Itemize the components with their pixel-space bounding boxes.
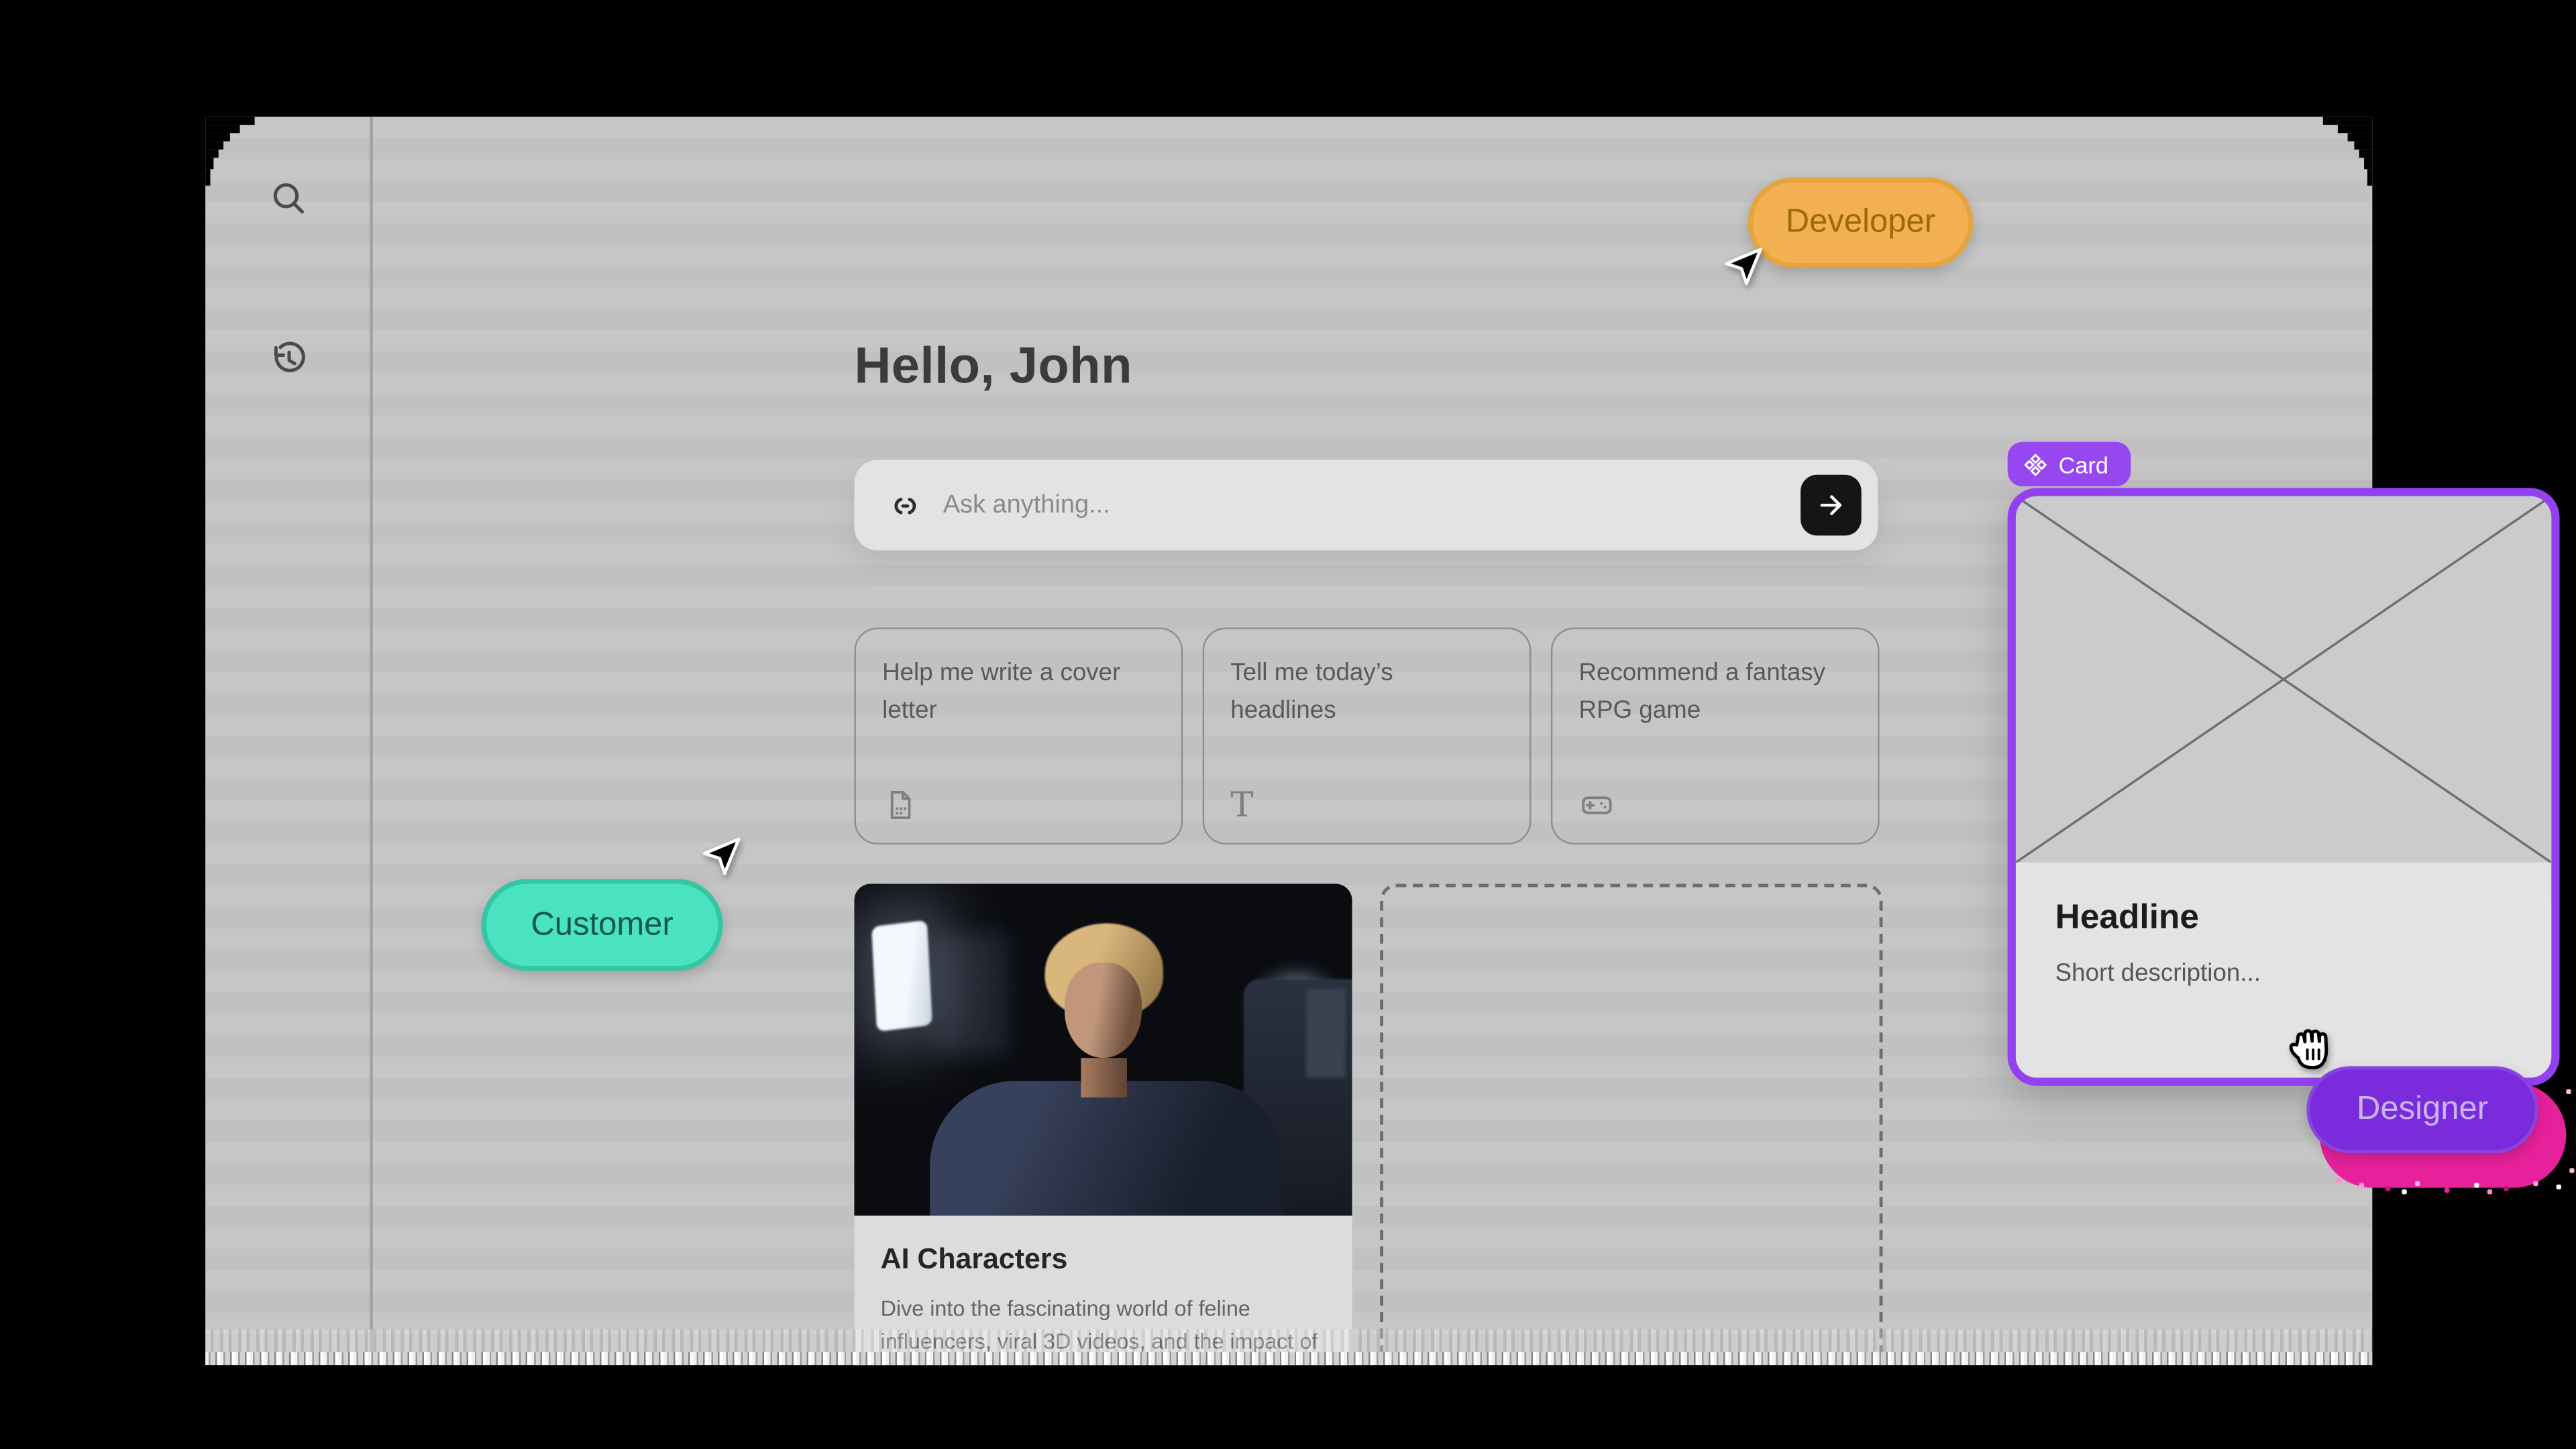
history-icon[interactable] xyxy=(266,337,313,383)
component-badge-label: Card xyxy=(2059,451,2108,477)
suggestion-label: Recommend a fantasy RPG game xyxy=(1578,655,1851,729)
design-canvas: Hello, John He xyxy=(0,0,2576,1449)
component-label-badge[interactable]: Card xyxy=(2008,442,2132,486)
presence-label: Developer xyxy=(1786,204,1935,241)
ai-card-description: Dive into the fascinating world of felin… xyxy=(881,1293,1321,1365)
presence-pill-customer: Customer xyxy=(482,879,723,971)
presence-pill-designer: Designer xyxy=(2306,1066,2538,1153)
selected-card-component[interactable]: Headline Short description... xyxy=(2008,488,2560,1085)
presence-label: Designer xyxy=(2357,1091,2488,1128)
presence-pill-developer: Developer xyxy=(1748,177,1974,268)
suggestion-card-rpg-game[interactable]: Recommend a fantasy RPG game xyxy=(1551,628,1880,845)
submit-button[interactable] xyxy=(1801,475,1862,536)
customer-cursor-icon xyxy=(700,835,744,879)
card-headline: Headline xyxy=(2055,899,2552,938)
arrow-right-icon xyxy=(1815,490,1847,521)
suggestion-card-headlines[interactable]: Tell me today’s headlines T xyxy=(1203,628,1532,845)
sidebar-divider xyxy=(370,117,372,1365)
page-background: Hello, John He xyxy=(0,0,2576,1449)
presence-label: Customer xyxy=(531,906,673,944)
component-diamonds-icon xyxy=(2024,453,2047,476)
ask-input-bar[interactable] xyxy=(854,460,1878,551)
page-title: Hello, John xyxy=(854,337,1132,396)
ai-characters-photo xyxy=(854,884,1352,1216)
ai-card-title: AI Characters xyxy=(881,1242,1352,1276)
developer-cursor-icon xyxy=(1722,245,1766,289)
image-placeholder-crossed-box xyxy=(2016,496,2551,863)
grab-hand-cursor xyxy=(2280,1018,2339,1077)
photo-vignette xyxy=(854,884,1352,1216)
text-icon: T xyxy=(1230,787,1267,823)
content-card-ai-characters[interactable]: AI Characters Dive into the fascinating … xyxy=(854,884,1352,1366)
search-icon[interactable] xyxy=(266,176,313,222)
empty-card-placeholder[interactable] xyxy=(1380,884,1882,1366)
card-description: Short description... xyxy=(2055,959,2552,987)
ai-card-body: AI Characters Dive into the fascinating … xyxy=(854,1216,1352,1365)
document-icon xyxy=(882,787,918,823)
suggestion-card-cover-letter[interactable]: Help me write a cover letter xyxy=(854,628,1183,845)
ask-input[interactable] xyxy=(940,489,1801,522)
link-icon xyxy=(887,487,923,523)
gamepad-icon xyxy=(1578,787,1615,823)
suggestion-label: Tell me today’s headlines xyxy=(1230,655,1503,729)
suggestion-label: Help me write a cover letter xyxy=(882,655,1155,729)
